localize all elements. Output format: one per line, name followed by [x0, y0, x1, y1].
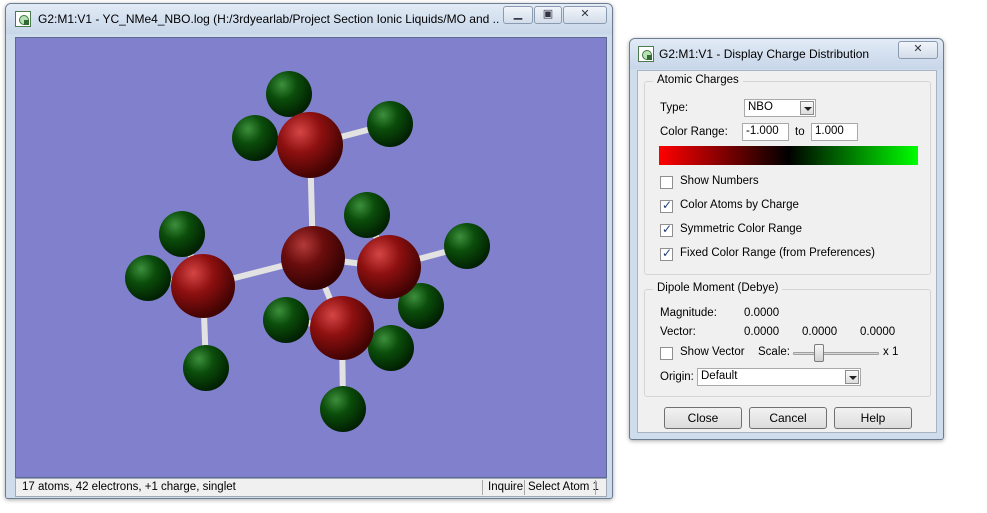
show-vector-label: Show Vector	[680, 346, 745, 358]
carbon-atom-c2[interactable]	[171, 254, 235, 318]
molecule-window-titlebar[interactable]: G2:M1:V1 - YC_NMe4_NBO.log (H:/3rdyearla…	[6, 4, 612, 34]
chevron-down-icon[interactable]	[800, 101, 814, 115]
carbon-atom-c3[interactable]	[357, 235, 421, 299]
type-label: Type:	[660, 102, 689, 114]
color-range-label: Color Range:	[660, 126, 728, 138]
molecule-render[interactable]	[16, 38, 607, 478]
close-icon: ✕	[913, 43, 923, 55]
color-range-max-value: 1.000	[815, 125, 844, 137]
vector-y-value: 0.0000	[802, 326, 838, 338]
dialog-titlebar[interactable]: G2:M1:V1 - Display Charge Distribution ✕	[630, 39, 943, 69]
scale-value: x 1	[883, 346, 899, 358]
fixed-color-range-checkbox[interactable]	[660, 246, 673, 261]
gaussview-app-icon	[15, 11, 31, 27]
cancel-button[interactable]: Cancel	[749, 407, 827, 429]
status-divider	[595, 480, 596, 495]
show-vector-option[interactable]: Show Vector	[660, 346, 750, 362]
magnitude-label: Magnitude:	[660, 307, 717, 319]
vector-z-value: 0.0000	[860, 326, 896, 338]
minimize-icon: ▁	[513, 8, 523, 20]
symmetric-color-range-label: Symmetric Color Range	[680, 223, 803, 235]
hydrogen-atom-h1b[interactable]	[232, 115, 278, 161]
hydrogen-atom-h1a[interactable]	[266, 71, 312, 117]
help-button[interactable]: Help	[834, 407, 912, 429]
show-numbers-option[interactable]: Show Numbers	[660, 175, 920, 191]
show-vector-checkbox[interactable]	[660, 347, 673, 360]
hydrogen-atom-h4c[interactable]	[320, 386, 366, 432]
hydrogen-atom-h4a[interactable]	[263, 297, 309, 343]
close-button[interactable]: Close	[664, 407, 742, 429]
color-range-max-input[interactable]: 1.000	[811, 123, 858, 141]
status-divider	[524, 480, 525, 495]
charge-distribution-dialog: G2:M1:V1 - Display Charge Distribution ✕…	[629, 38, 944, 440]
charge-type-value: NBO	[748, 101, 773, 113]
color-atoms-by-charge-checkbox[interactable]	[660, 198, 673, 213]
status-mode: Inquire	[488, 481, 524, 493]
hydrogen-atom-h3a[interactable]	[344, 192, 390, 238]
hydrogen-atom-h2c[interactable]	[183, 345, 229, 391]
show-numbers-checkbox[interactable]	[660, 176, 673, 189]
molecule-window: G2:M1:V1 - YC_NMe4_NBO.log (H:/3rdyearla…	[5, 3, 613, 499]
magnitude-value: 0.0000	[744, 307, 780, 319]
color-range-min-value: -1.000	[746, 125, 779, 137]
dialog-body: Atomic Charges Type: NBO Color Range: -1…	[637, 70, 937, 433]
dialog-title: G2:M1:V1 - Display Charge Distribution	[659, 47, 870, 61]
dipole-moment-group: Dipole Moment (Debye) Magnitude: 0.0000 …	[644, 282, 931, 397]
chevron-down-icon[interactable]	[845, 370, 859, 384]
molecule-viewport[interactable]	[15, 37, 607, 478]
color-atoms-by-charge-option[interactable]: Color Atoms by Charge	[660, 198, 920, 215]
window-title: G2:M1:V1 - YC_NMe4_NBO.log (H:/3rdyearla…	[38, 12, 500, 26]
status-divider	[482, 480, 483, 495]
maximize-button[interactable]: ▣	[534, 6, 562, 24]
vector-label: Vector:	[660, 326, 696, 338]
close-icon: ✕	[580, 8, 590, 20]
symmetric-color-range-option[interactable]: Symmetric Color Range	[660, 222, 920, 239]
scale-slider[interactable]	[793, 344, 879, 366]
origin-value: Default	[701, 370, 738, 382]
atomic-charges-group: Atomic Charges Type: NBO Color Range: -1…	[644, 74, 931, 275]
charge-type-select[interactable]: NBO	[744, 99, 816, 117]
dialog-close-button[interactable]: ✕	[898, 41, 938, 59]
maximize-icon: ▣	[542, 8, 554, 20]
hydrogen-atom-h3b[interactable]	[444, 223, 490, 269]
scale-label: Scale:	[758, 346, 790, 358]
status-info: 17 atoms, 42 electrons, +1 charge, singl…	[22, 481, 236, 493]
color-atoms-by-charge-label: Color Atoms by Charge	[680, 199, 799, 211]
symmetric-color-range-checkbox[interactable]	[660, 222, 673, 237]
vector-x-value: 0.0000	[744, 326, 780, 338]
status-action: Select Atom 1	[528, 481, 599, 493]
close-window-button[interactable]: ✕	[563, 6, 607, 24]
carbon-atom-c4[interactable]	[310, 296, 374, 360]
minimize-button[interactable]: ▁	[503, 6, 533, 24]
show-numbers-label: Show Numbers	[680, 175, 759, 187]
origin-label: Origin:	[660, 371, 694, 383]
fixed-color-range-option[interactable]: Fixed Color Range (from Preferences)	[660, 246, 920, 263]
nitrogen-atom-n[interactable]	[281, 226, 345, 290]
status-bar: 17 atoms, 42 electrons, +1 charge, singl…	[15, 478, 607, 497]
scale-slider-track	[793, 352, 879, 355]
gaussview-app-icon	[638, 46, 654, 62]
origin-select[interactable]: Default	[697, 368, 861, 386]
atomic-charges-label: Atomic Charges	[653, 74, 743, 86]
hydrogen-atom-h4b[interactable]	[368, 325, 414, 371]
hydrogen-atom-h2a[interactable]	[159, 211, 205, 257]
dipole-moment-label: Dipole Moment (Debye)	[653, 282, 783, 294]
range-to-label: to	[795, 126, 805, 138]
carbon-atom-c1[interactable]	[277, 112, 343, 178]
charge-color-gradient	[659, 146, 918, 165]
hydrogen-atom-h2b[interactable]	[125, 255, 171, 301]
color-range-min-input[interactable]: -1.000	[742, 123, 789, 141]
fixed-color-range-label: Fixed Color Range (from Preferences)	[680, 247, 875, 259]
scale-slider-thumb[interactable]	[814, 344, 824, 362]
hydrogen-atom-h1c[interactable]	[367, 101, 413, 147]
